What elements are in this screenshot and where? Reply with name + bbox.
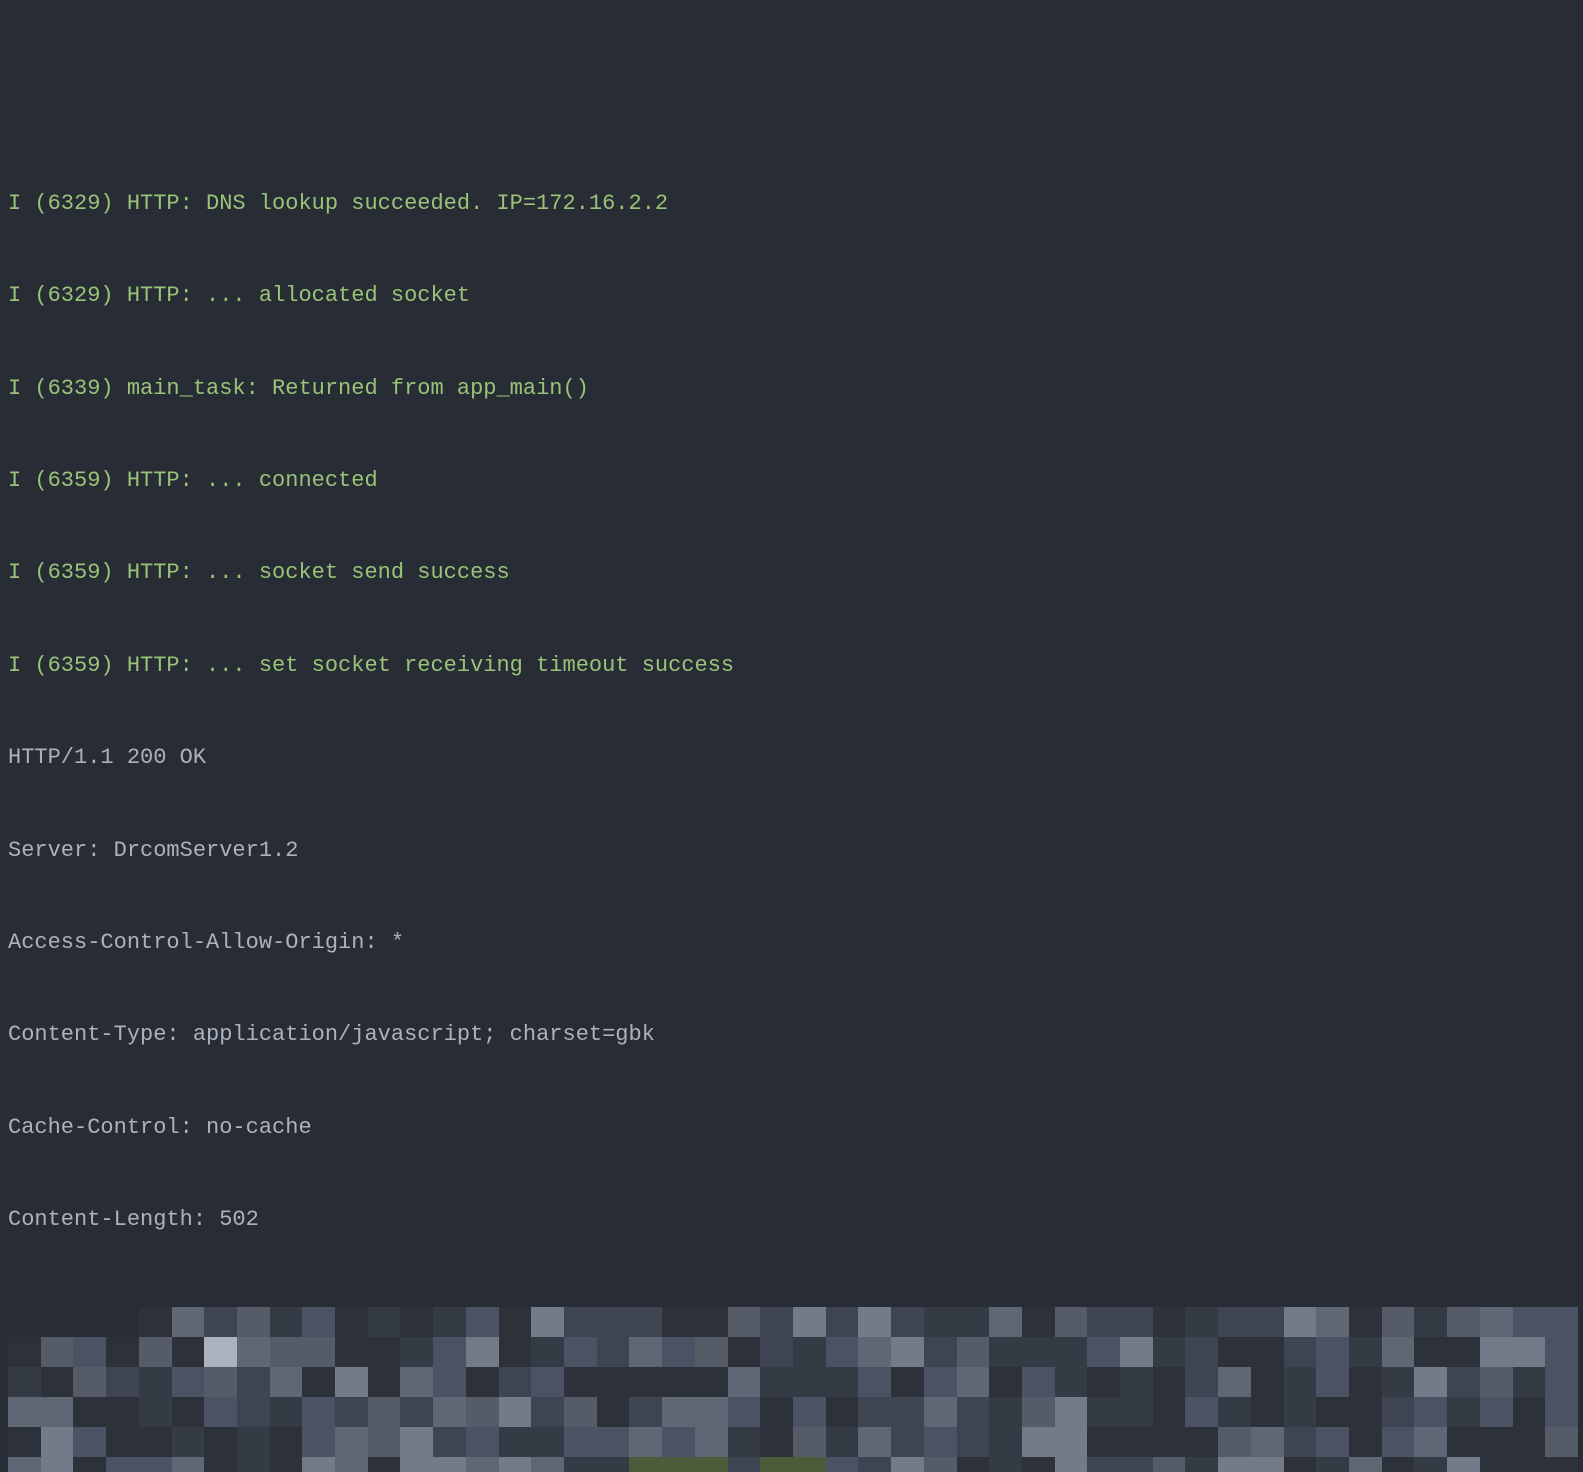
log-line: Content-Type: application/javascript; ch… [8, 1020, 1575, 1051]
log-line: Cache-Control: no-cache [8, 1113, 1575, 1144]
log-line: Content-Length: 502 [8, 1205, 1575, 1236]
log-line: HTTP/1.1 200 OK [8, 743, 1575, 774]
log-line: Access-Control-Allow-Origin: * [8, 928, 1575, 959]
terminal-output: I (6329) HTTP: DNS lookup succeeded. IP=… [8, 127, 1575, 1472]
log-line: I (6329) HTTP: ... allocated socket [8, 281, 1575, 312]
redacted-region [8, 1307, 1578, 1472]
log-line: Server: DrcomServer1.2 [8, 836, 1575, 867]
log-line: I (6339) main_task: Returned from app_ma… [8, 374, 1575, 405]
log-line: I (6359) HTTP: ... set socket receiving … [8, 651, 1575, 682]
log-line: I (6359) HTTP: ... connected [8, 466, 1575, 497]
log-line: I (6329) HTTP: DNS lookup succeeded. IP=… [8, 189, 1575, 220]
log-line: I (6359) HTTP: ... socket send success [8, 558, 1575, 589]
